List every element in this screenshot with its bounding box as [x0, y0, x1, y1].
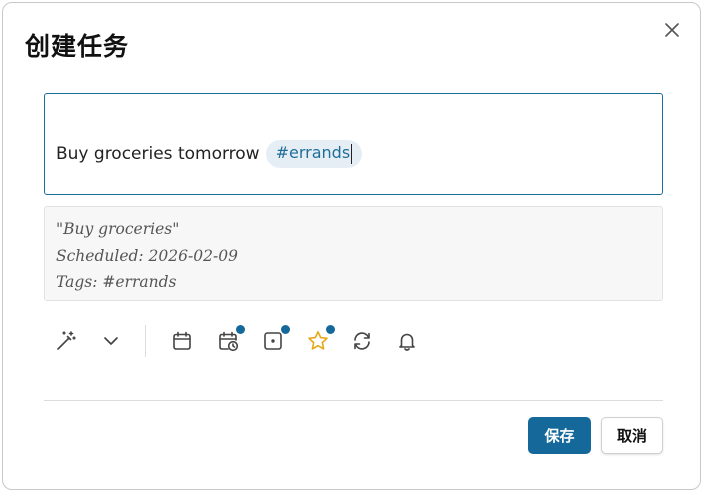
- text-caret: [351, 143, 353, 164]
- preview-line-title: "Buy groceries": [56, 220, 180, 238]
- recurrence-button[interactable]: [349, 328, 375, 354]
- recurrence-icon: [354, 332, 370, 350]
- date-button[interactable]: [169, 328, 195, 354]
- smart-parse-button[interactable]: [53, 328, 79, 354]
- close-button[interactable]: [661, 19, 683, 41]
- options-dropdown-button[interactable]: [98, 328, 124, 354]
- priority-indicator-dot: [326, 325, 335, 334]
- preview-line-tags: Tags: #errands: [56, 273, 177, 291]
- toolbar-divider: [145, 325, 146, 357]
- bell-icon: [399, 333, 415, 351]
- priority-button[interactable]: [305, 325, 335, 354]
- due-date-button[interactable]: [260, 325, 290, 354]
- scheduled-button[interactable]: [215, 325, 245, 354]
- task-input[interactable]: Buy groceries tomorrow #errands: [44, 93, 663, 195]
- scheduled-indicator-dot: [236, 325, 245, 334]
- close-icon: [665, 23, 679, 37]
- dialog-title: 创建任务: [25, 32, 130, 61]
- tag-chip-label: #errands: [275, 143, 351, 163]
- task-toolbar: [44, 323, 444, 363]
- chevron-down-icon: [104, 337, 118, 345]
- footer-divider: [44, 400, 663, 401]
- cancel-button[interactable]: 取消: [601, 417, 663, 454]
- scheduled-calendar-icon: [219, 331, 239, 352]
- calendar-icon: [173, 331, 191, 350]
- due-box-icon: [264, 332, 282, 350]
- create-task-dialog: 创建任务 Buy groceries tomorrow #errands "Bu…: [2, 2, 701, 490]
- save-button[interactable]: 保存: [528, 417, 591, 454]
- tag-chip[interactable]: #errands: [265, 140, 363, 168]
- task-input-text: Buy groceries tomorrow: [56, 144, 260, 164]
- reminder-button[interactable]: [394, 328, 420, 354]
- parse-preview: "Buy groceries" Scheduled: 2026-02-09 Ta…: [44, 206, 663, 301]
- preview-line-scheduled: Scheduled: 2026-02-09: [56, 246, 238, 265]
- magic-wand-icon: [57, 331, 76, 350]
- due-indicator-dot: [281, 325, 290, 334]
